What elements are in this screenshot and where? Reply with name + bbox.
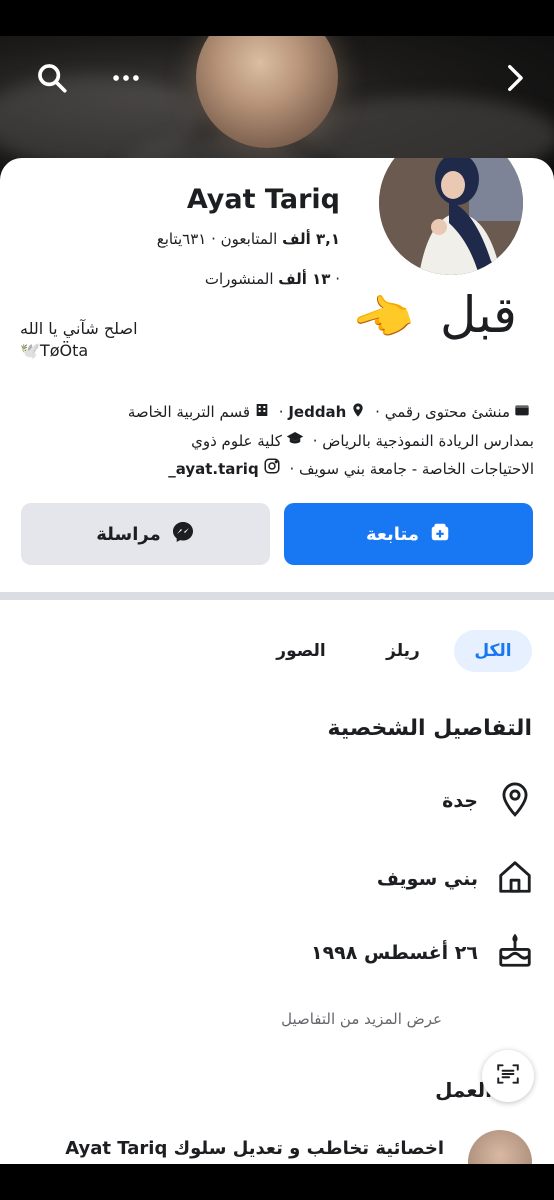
message-button[interactable]: مراسلة bbox=[21, 503, 270, 565]
tab-reels[interactable]: ريلز bbox=[364, 630, 442, 672]
followers-label: المتابعون · ٦٣١يتابع bbox=[156, 230, 283, 248]
intro-line-1: منشئ محتوى رقمي · Jeddah · قسم التربية ا… bbox=[14, 398, 534, 427]
posts-count: ١٣ ألف bbox=[278, 270, 331, 288]
follow-button[interactable]: متابعة bbox=[284, 503, 533, 565]
bullet: · bbox=[330, 270, 340, 288]
message-button-label: مراسلة bbox=[96, 523, 161, 545]
personal-details-title: التفاصيل الشخصية bbox=[327, 716, 532, 741]
posts-label: المنشورات bbox=[204, 270, 279, 288]
detail-location: جدة bbox=[442, 790, 478, 812]
avatar-photo-icon bbox=[379, 158, 523, 275]
followers-stat[interactable]: ٣,١ ألف المتابعون · ٦٣١يتابع bbox=[157, 230, 340, 248]
intro-creator: منشئ محتوى رقمي bbox=[384, 403, 510, 421]
pointing-hand-icon: 👉 bbox=[346, 282, 422, 356]
intro-city: Jeddah bbox=[288, 403, 347, 421]
home-icon bbox=[496, 858, 534, 901]
bio-line-1: اصلح شآني يا الله bbox=[20, 319, 138, 338]
section-divider bbox=[0, 592, 554, 600]
followers-count: ٣,١ ألف bbox=[282, 230, 340, 248]
more-options-icon[interactable] bbox=[106, 58, 146, 98]
intro-school: بمدارس الريادة النموذجية بالرياض bbox=[322, 431, 534, 450]
detail-location-row: جدة bbox=[442, 778, 534, 824]
birthday-cake-icon bbox=[496, 932, 534, 975]
before-overlay-text: قبل bbox=[440, 286, 517, 344]
clapperboard-icon bbox=[514, 399, 530, 427]
follow-button-label: متابعة bbox=[365, 523, 420, 545]
intro-line-3: الاحتياجات الخاصة - جامعة بني سويف · aya… bbox=[14, 455, 534, 484]
profile-avatar[interactable] bbox=[374, 158, 528, 280]
instagram-icon bbox=[263, 456, 281, 484]
graduation-cap-icon bbox=[286, 427, 304, 455]
intro-instagram-handle[interactable]: ayat.tariq_ bbox=[168, 460, 259, 478]
intro-college: كلية علوم ذوي bbox=[191, 431, 282, 450]
search-icon[interactable] bbox=[32, 58, 72, 98]
bio-line-2: TøÖta🕊️ bbox=[20, 341, 89, 360]
tab-all[interactable]: الكل bbox=[454, 630, 532, 672]
intro-line-2: بمدارس الريادة النموذجية بالرياض · كلية … bbox=[14, 427, 534, 456]
add-friend-icon bbox=[429, 521, 451, 548]
intro-department: قسم التربية الخاصة bbox=[127, 403, 250, 421]
detail-birthday-row: ٢٦ أغسطس ١٩٩٨ bbox=[311, 930, 534, 976]
profile-name: Ayat Tariq bbox=[186, 184, 340, 215]
building-icon bbox=[254, 399, 270, 427]
profile-bio: اصلح شآني يا الله TøÖta🕊️ bbox=[20, 318, 138, 362]
bottom-black-bar bbox=[0, 1164, 554, 1200]
posts-stat[interactable]: · ١٣ ألف المنشورات bbox=[205, 270, 340, 288]
location-pin-icon bbox=[496, 780, 534, 823]
detail-hometown: بني سويف bbox=[376, 868, 478, 890]
post-author-avatar[interactable] bbox=[468, 1130, 532, 1164]
detail-hometown-row: بني سويف bbox=[377, 856, 534, 902]
tab-photos[interactable]: الصور bbox=[262, 630, 340, 672]
intro-details: منشئ محتوى رقمي · Jeddah · قسم التربية ا… bbox=[14, 398, 534, 484]
location-pin-icon bbox=[350, 399, 366, 427]
scan-text-button[interactable] bbox=[482, 1050, 534, 1102]
forward-arrow-icon[interactable] bbox=[494, 58, 534, 98]
see-more-details-link[interactable]: عرض المزيد من التفاصيل bbox=[281, 1010, 442, 1028]
post-preview-text[interactable]: اخصائية تخاطب و تعديل سلوك Ayat Tariq bbox=[65, 1138, 444, 1159]
profile-sheet: Ayat Tariq ٣,١ ألف المتابعون · ٦٣١يتابع … bbox=[0, 158, 554, 1164]
messenger-icon bbox=[171, 520, 195, 549]
text-scan-icon bbox=[495, 1061, 521, 1091]
intro-university: الاحتياجات الخاصة - جامعة بني سويف bbox=[299, 460, 534, 478]
detail-birthday: ٢٦ أغسطس ١٩٩٨ bbox=[310, 942, 478, 964]
